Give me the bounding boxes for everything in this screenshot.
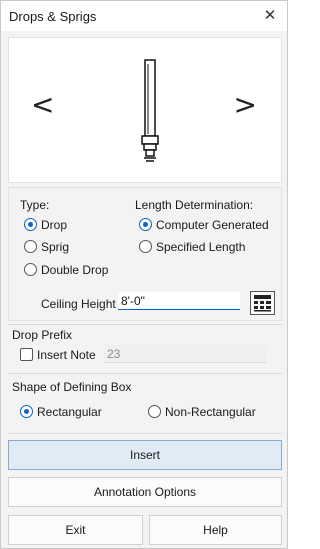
next-arrow-button[interactable]: > (234, 90, 257, 120)
radio-drop[interactable] (24, 218, 37, 231)
drop-preview-image (141, 59, 159, 162)
radio-sprig-label[interactable]: Sprig (41, 240, 69, 254)
drop-prefix-heading: Drop Prefix (12, 328, 73, 342)
shape-heading: Shape of Defining Box (12, 380, 132, 394)
ceiling-height-input[interactable] (118, 292, 240, 310)
prefix-number-input[interactable] (104, 345, 267, 363)
radio-specified-length-label[interactable]: Specified Length (156, 240, 245, 254)
radio-non-rectangular[interactable] (148, 405, 161, 418)
radio-drop-label[interactable]: Drop (41, 218, 67, 232)
radio-specified-length[interactable] (139, 240, 152, 253)
type-heading: Type: (20, 198, 50, 212)
radio-non-rectangular-label[interactable]: Non-Rectangular (165, 405, 256, 419)
insert-button[interactable]: Insert (8, 440, 282, 470)
divider (8, 324, 282, 325)
dialog-window: Drops & Sprigs ✕ < > Type: Drop Sprig Do… (0, 0, 288, 549)
title-bar: Drops & Sprigs ✕ (1, 1, 287, 31)
calculator-icon (254, 295, 271, 312)
close-button[interactable]: ✕ (259, 5, 281, 27)
radio-sprig[interactable] (24, 240, 37, 253)
annotation-options-button[interactable]: Annotation Options (8, 477, 282, 507)
radio-computer-generated-label[interactable]: Computer Generated (156, 218, 269, 232)
exit-button[interactable]: Exit (8, 515, 143, 545)
length-heading: Length Determination: (135, 198, 254, 212)
radio-double-drop[interactable] (24, 263, 37, 276)
help-button[interactable]: Help (149, 515, 282, 545)
divider (8, 373, 282, 374)
previous-arrow-button[interactable]: < (31, 90, 54, 120)
radio-rectangular-label[interactable]: Rectangular (37, 405, 102, 419)
dialog-title: Drops & Sprigs (9, 9, 97, 24)
divider (8, 433, 282, 434)
calculator-button[interactable] (250, 291, 275, 315)
radio-double-drop-label[interactable]: Double Drop (41, 263, 108, 277)
radio-rectangular[interactable] (20, 405, 33, 418)
ceiling-height-label: Ceiling Height (41, 297, 116, 311)
radio-computer-generated[interactable] (139, 218, 152, 231)
insert-note-checkbox[interactable] (20, 348, 33, 361)
preview-panel: < > (8, 37, 282, 183)
insert-note-label[interactable]: Insert Note (37, 348, 96, 362)
